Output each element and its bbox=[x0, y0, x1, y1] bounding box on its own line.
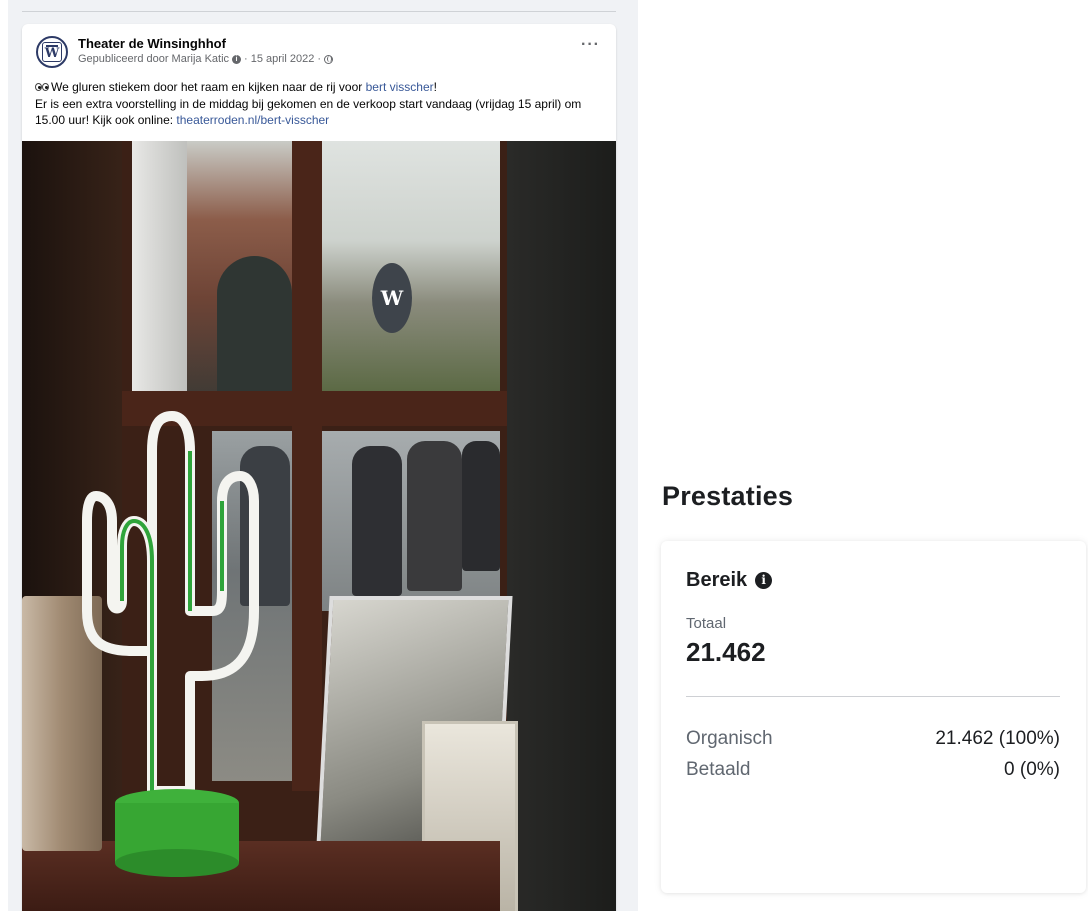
avatar-letter: W bbox=[42, 42, 62, 62]
cactus-neon-outline bbox=[82, 411, 259, 796]
paid-row: Betaald 0 (0%) bbox=[686, 759, 1060, 781]
organic-value: 21.462 (100%) bbox=[935, 728, 1060, 749]
person-figure bbox=[462, 441, 500, 571]
person-figure bbox=[407, 441, 462, 591]
published-by: Gepubliceerd door Marija Katic bbox=[78, 53, 230, 65]
meta-separator: · bbox=[244, 53, 248, 65]
eyes-icon bbox=[35, 82, 51, 92]
reach-card: Bereik i Totaal 21.462 Organisch 21.462 … bbox=[661, 541, 1086, 893]
website-link[interactable]: theaterroden.nl/bert-visscher bbox=[176, 113, 329, 127]
reach-title: Bereik i bbox=[686, 569, 773, 592]
facebook-post: W Theater de Winsinghhof Gepubliceerd do… bbox=[22, 24, 616, 911]
theater-sign: W bbox=[372, 263, 412, 333]
person-figure bbox=[352, 446, 402, 596]
page-name-link[interactable]: Theater de Winsinghhof bbox=[78, 36, 226, 51]
post-message: We gluren stiekem door het raam en kijke… bbox=[35, 79, 607, 129]
door-arch bbox=[217, 256, 292, 401]
window-pane-top-right bbox=[322, 141, 500, 391]
more-icon[interactable]: ··· bbox=[581, 37, 600, 53]
total-value: 21.462 bbox=[686, 637, 766, 667]
reach-title-text: Bereik bbox=[686, 569, 748, 591]
message-line1: We gluren stiekem door het raam en kijke… bbox=[51, 80, 366, 94]
post-meta: Gepubliceerd door Marija Katic i · 15 ap… bbox=[78, 53, 333, 65]
page-avatar[interactable]: W bbox=[36, 36, 68, 68]
info-icon[interactable]: i bbox=[755, 572, 773, 589]
globe-icon bbox=[323, 54, 333, 64]
verified-icon: i bbox=[232, 54, 242, 64]
post-date[interactable]: 15 april 2022 bbox=[251, 53, 315, 65]
paid-value: 0 (0%) bbox=[1004, 759, 1060, 780]
performance-title: Prestaties bbox=[662, 481, 794, 511]
white-post bbox=[132, 141, 187, 411]
post-photo[interactable]: W bbox=[22, 141, 616, 911]
meta-separator: · bbox=[317, 53, 321, 65]
feed-divider bbox=[22, 11, 616, 12]
post-header: W Theater de Winsinghhof Gepubliceerd do… bbox=[36, 36, 602, 70]
organic-row: Organisch 21.462 (100%) bbox=[686, 728, 1060, 750]
organic-label: Organisch bbox=[686, 728, 773, 749]
cactus-neon-green bbox=[120, 451, 224, 791]
total-label: Totaal bbox=[686, 615, 727, 632]
card-divider bbox=[686, 696, 1060, 697]
cactus-lamp bbox=[82, 411, 259, 877]
paid-label: Betaald bbox=[686, 759, 751, 780]
window-mullion-vertical bbox=[292, 141, 322, 791]
message-line1-end: ! bbox=[433, 80, 437, 94]
mention-link[interactable]: bert visscher bbox=[366, 80, 434, 94]
cactus-base-bottom bbox=[115, 849, 239, 877]
